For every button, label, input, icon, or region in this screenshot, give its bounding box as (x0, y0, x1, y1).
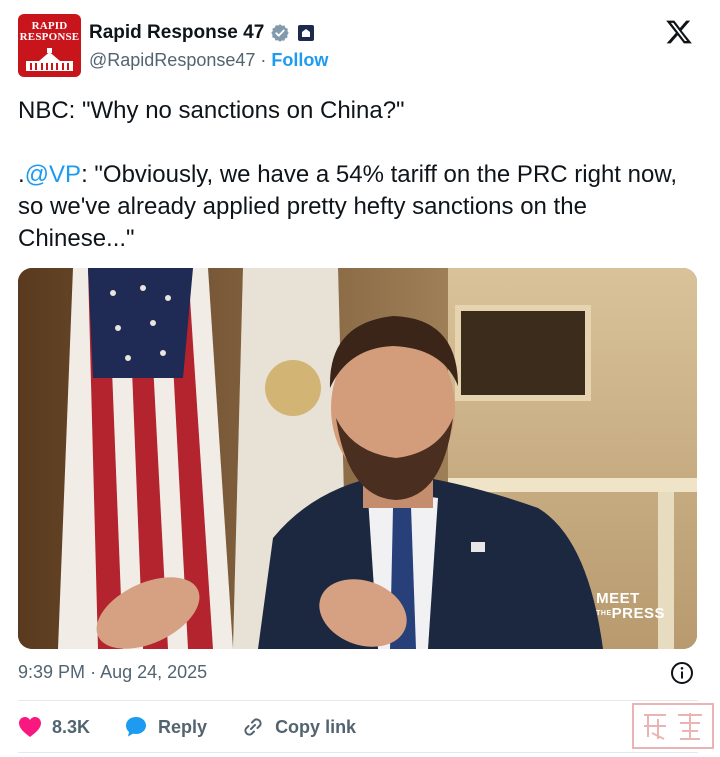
handle-row: @RapidResponse47 · Follow (89, 50, 328, 71)
like-button[interactable]: 8.3K (18, 716, 90, 738)
reply-label: Reply (158, 716, 208, 737)
account-handle[interactable]: @RapidResponse47 (89, 50, 255, 71)
seal-mark-icon (644, 713, 702, 740)
tweet-text: NBC: "Why no sanctions on China?" .@VP: … (18, 95, 698, 255)
verified-badge-icon (271, 24, 290, 42)
action-bar: 8.3K Reply Copy link (18, 712, 390, 742)
x-logo-icon[interactable] (664, 18, 694, 46)
meet-the-press-watermark: MEET THEPRESS (596, 590, 665, 622)
government-badge-icon (298, 25, 315, 41)
timestamp[interactable]: 9:39 PM · Aug 24, 2025 (18, 662, 207, 683)
copy-link-button[interactable]: Copy link (241, 715, 356, 739)
tweet-embed-card: RAPID RESPONSE Rapid Response 47 @RapidR… (0, 0, 720, 757)
tweet-text-line2: .@VP: "Obviously, we have a 54% tariff o… (18, 161, 677, 252)
handle-separator: · (260, 50, 267, 70)
tweet-text-line1: NBC: "Why no sanctions on China?" (18, 97, 405, 124)
info-icon[interactable] (670, 661, 694, 685)
mention-link[interactable]: @VP (25, 161, 81, 188)
copy-link-label: Copy link (275, 716, 357, 737)
speech-bubble-icon (126, 717, 147, 737)
follow-button[interactable]: Follow (271, 50, 328, 71)
account-name[interactable]: Rapid Response 47 (89, 22, 264, 44)
video-thumbnail[interactable]: MEET THEPRESS (18, 268, 697, 649)
bottom-divider (18, 752, 698, 753)
avatar[interactable]: RAPID RESPONSE (18, 14, 81, 77)
divider (18, 700, 698, 701)
corner-stamp-watermark (632, 703, 714, 749)
white-house-icon (26, 48, 73, 71)
reply-button[interactable]: Reply (124, 715, 207, 739)
heart-icon (19, 717, 41, 737)
link-icon (244, 718, 262, 736)
interview-scene-image (18, 268, 697, 649)
avatar-logo-text: RAPID RESPONSE (19, 20, 80, 43)
like-count: 8.3K (52, 716, 91, 737)
account-name-row: Rapid Response 47 (89, 19, 315, 47)
